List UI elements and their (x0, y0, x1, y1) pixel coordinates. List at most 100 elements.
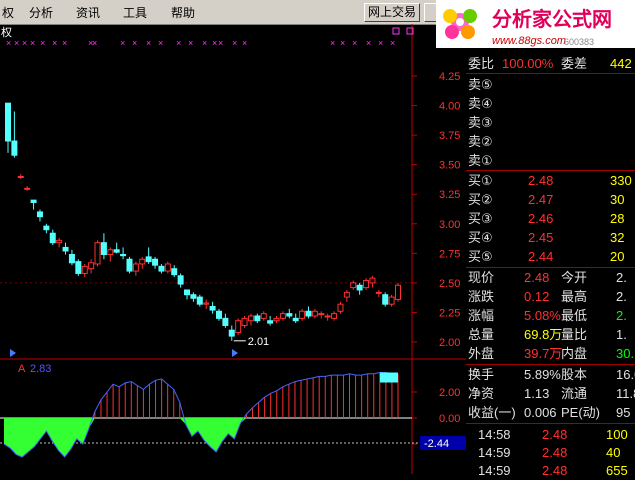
sell-level-row: 卖⑤ (466, 75, 635, 94)
stat-label: 收益(一) (468, 405, 516, 420)
candle-body (100, 242, 107, 256)
stat-label: 涨幅 (468, 308, 495, 323)
tick-volume: 655 (606, 463, 628, 478)
quote-stat-row: 现价 2.48 今开 2. (466, 268, 635, 287)
buy-price: 2.44 (528, 249, 554, 264)
stat-value: 11.8 (616, 386, 635, 401)
weibi-row: 委比 100.00% 委差 442 (468, 56, 632, 71)
sell-level-row: 卖④ (466, 94, 635, 113)
tick-row: 14:59 2.48 655 (466, 461, 635, 480)
price-axis-label: 2.00 (439, 337, 460, 349)
signal-marker: × (22, 38, 27, 48)
signal-block (380, 372, 398, 383)
price-axis-label: 2.25 (439, 307, 460, 319)
sell-label: 卖② (468, 134, 493, 149)
candle-body (43, 225, 50, 231)
quote-stat-row: 总量 69.8万 量比 1. (466, 325, 635, 344)
stat-label: 量比 (561, 327, 588, 342)
candle-body (388, 296, 395, 305)
candle-body (62, 246, 69, 252)
sell-level-row: 卖③ (466, 113, 635, 132)
stat-value: 2. (616, 308, 627, 323)
candle-body (356, 284, 363, 291)
menu-analysis[interactable]: 分析 (29, 4, 53, 21)
price-axis: 4.25 4.00 3.75 3.50 3.25 3.00 2.75 2.50 2.25 2.00 (412, 71, 460, 349)
candle-body (375, 291, 382, 294)
candle-body (152, 258, 159, 266)
candle-body (311, 310, 318, 317)
tick-time: 14:59 (478, 463, 511, 478)
candle-body (68, 254, 75, 264)
tick-volume: 40 (606, 445, 621, 460)
candle-body (30, 199, 37, 203)
price-axis-label: 3.25 (439, 189, 460, 201)
menu-help[interactable]: 帮助 (171, 4, 195, 21)
sell-level-row: 卖② (466, 132, 635, 151)
candle-body (254, 315, 261, 322)
candle-body (215, 310, 222, 319)
candle-body (350, 282, 357, 289)
candle-body (369, 277, 376, 284)
candle-body (171, 268, 178, 276)
stock-chart[interactable]: 权 2.01 4.25 4.00 3.75 3.50 3.25 3.00 2.75 2.50 2… (0, 24, 466, 474)
signal-marker: × (188, 38, 193, 48)
candle-body (126, 258, 133, 272)
signal-marker: × (242, 38, 247, 48)
sell-label: 卖⑤ (468, 77, 493, 92)
indicator-axis-label: 0.00 (439, 413, 460, 425)
signal-marker: × (202, 38, 207, 48)
candle-body (36, 211, 43, 218)
candle-body (324, 315, 331, 318)
menu-news[interactable]: 资讯 (76, 4, 100, 21)
candle-body (279, 313, 286, 319)
stat-value: 2.48 (524, 270, 550, 285)
signal-marker: × (378, 38, 383, 48)
buy-label: 买⑤ (468, 249, 493, 264)
stat-label: 最高 (561, 289, 588, 304)
buy-volume: 330 (610, 173, 632, 188)
menu-tools[interactable]: 工具 (123, 4, 147, 21)
buy-label: 买① (468, 173, 493, 188)
fundamental-row: 收益(一) 0.006 PE(动) 95 (466, 403, 635, 422)
signal-marker: × (158, 38, 163, 48)
signal-marker: × (366, 38, 371, 48)
signal-marker: × (92, 38, 97, 48)
candle-body (94, 242, 101, 265)
stat-label: 股本 (561, 367, 588, 382)
buy-label: 买② (468, 192, 493, 207)
buy-volume: 28 (610, 211, 625, 226)
sell-label: 卖① (468, 153, 493, 168)
candle-body (337, 303, 344, 312)
buy-volume: 20 (610, 249, 625, 264)
indicator-name: A (18, 363, 26, 375)
stat-value: 5.89% (524, 367, 561, 382)
candle-body (81, 265, 88, 274)
candle-body (260, 313, 267, 319)
candle-body (24, 187, 31, 190)
candle-body (299, 310, 306, 319)
candle-body (190, 294, 197, 299)
quote-panel: 委比 100.00% 委差 442 卖⑤ 卖④ 卖③ 卖② 卖① 买① 2.48 330 买② 2… (466, 54, 635, 478)
online-trade-button[interactable]: 网上交易 (364, 3, 420, 22)
signal-marker: × (30, 38, 35, 48)
price-axis-label: 4.25 (439, 71, 460, 83)
candle-body (382, 294, 389, 305)
sell-level-row: 卖① (466, 151, 635, 170)
candle-body (222, 317, 229, 326)
signal-marker: × (232, 38, 237, 48)
signal-marker: × (218, 38, 223, 48)
candle-body (305, 310, 312, 317)
tick-row: 14:58 2.48 100 (466, 425, 635, 444)
tick-volume: 100 (606, 427, 628, 442)
indicator-panel: A2.832.000.00-2.00-2.44 (0, 363, 466, 458)
signal-marker: × (390, 38, 395, 48)
sell-label: 卖③ (468, 115, 493, 130)
buy-price: 2.47 (528, 192, 554, 207)
quote-stat-row: 涨幅 5.08% 最低 2. (466, 306, 635, 325)
signal-marker: × (330, 38, 335, 48)
candle-body (120, 254, 127, 257)
candle-body (164, 263, 171, 272)
menu-weight[interactable]: 权 (2, 4, 14, 21)
signal-marker: × (6, 38, 11, 48)
stat-value: 30.1 (616, 346, 635, 361)
